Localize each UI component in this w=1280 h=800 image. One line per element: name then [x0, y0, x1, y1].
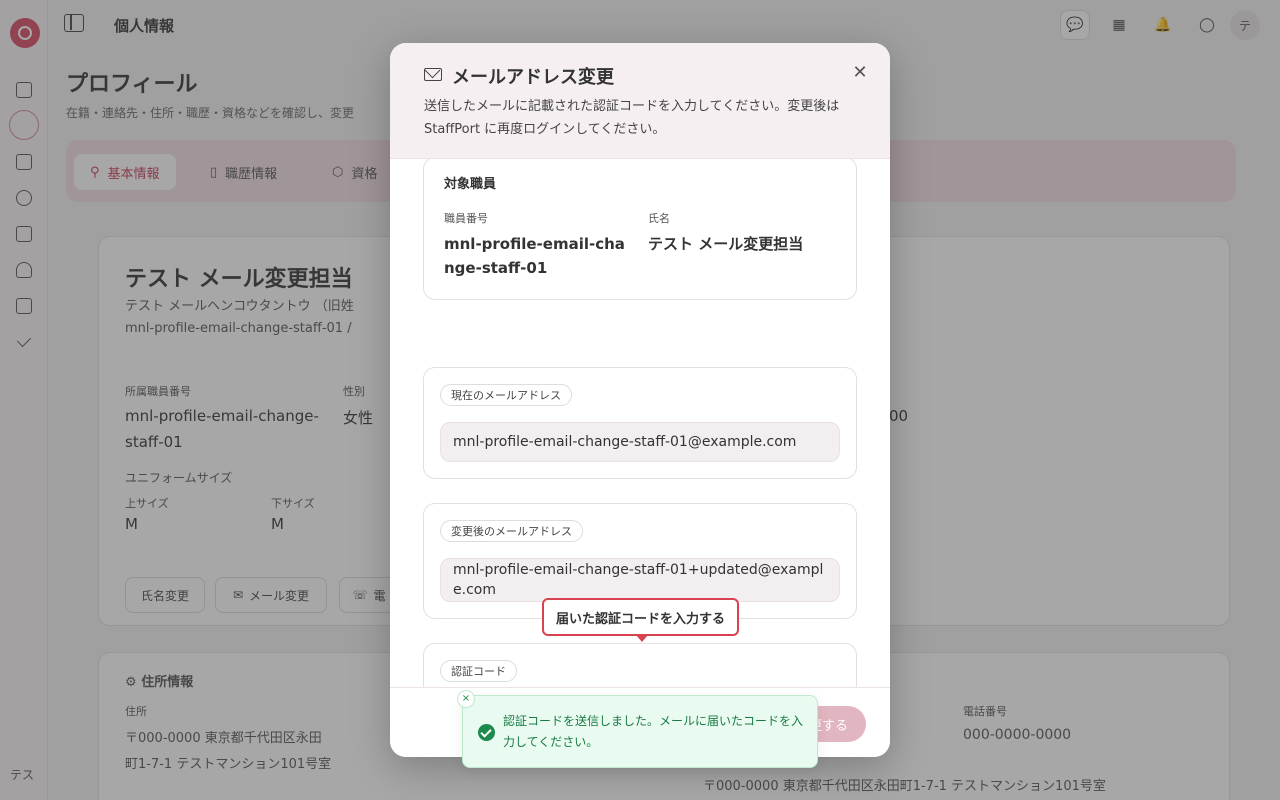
emp-no-label: 職員番号 — [444, 212, 488, 225]
new-email-label: 変更後のメールアドレス — [440, 520, 583, 542]
close-button[interactable]: ✕ — [850, 63, 870, 83]
new-email-field: mnl-profile-email-change-staff-01+update… — [440, 558, 840, 602]
success-toast: × 認証コードを送信しました。メールに届いたコードを入力してください。 — [457, 690, 818, 768]
toast-close-button[interactable]: × — [457, 690, 475, 708]
hint-callout: 届いた認証コードを入力する — [542, 598, 739, 642]
target-staff-section: 対象職員 職員番号 mnl-profile-email-change-staff… — [423, 159, 857, 300]
check-circle-icon — [478, 724, 495, 741]
modal-header: メールアドレス変更 ✕ 送信したメールに記載された認証コードを入力してください。… — [390, 43, 890, 159]
target-staff-title: 対象職員 — [444, 177, 497, 192]
modal-description: 送信したメールに記載された認証コードを入力してください。変更後は StaffPo… — [424, 99, 840, 137]
code-section: 認証コード — [423, 643, 857, 687]
toast-message: 認証コードを送信しました。メールに届いたコードを入力してください。 — [503, 714, 804, 749]
name-label: 氏名 — [648, 212, 670, 225]
code-label: 認証コード — [440, 660, 517, 682]
current-email-section: 現在のメールアドレス mnl-profile-email-change-staf… — [423, 367, 857, 479]
name-value: テスト メール変更担当 — [648, 235, 804, 253]
current-email-label: 現在のメールアドレス — [440, 384, 572, 406]
current-email-field: mnl-profile-email-change-staff-01@exampl… — [440, 422, 840, 462]
close-icon: ✕ — [852, 62, 868, 83]
email-change-modal: メールアドレス変更 ✕ 送信したメールに記載された認証コードを入力してください。… — [390, 43, 890, 757]
modal-title: メールアドレス変更 — [452, 67, 614, 88]
emp-no-value: mnl-profile-email-change-staff-01 — [444, 235, 625, 277]
mail-icon — [424, 68, 442, 81]
